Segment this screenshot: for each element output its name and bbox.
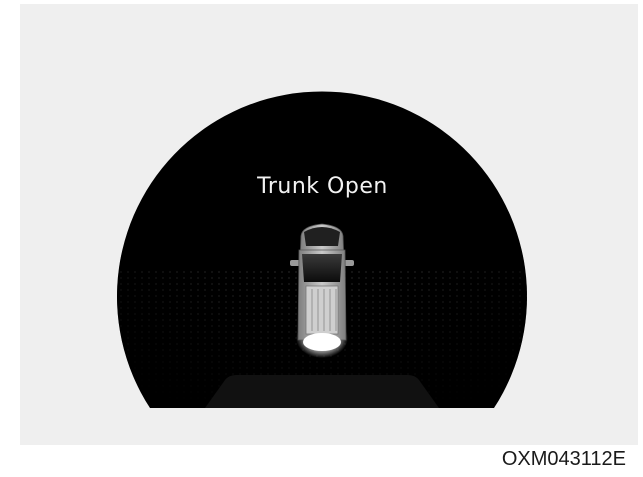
figure-code-label: OXM043112E: [501, 448, 626, 470]
instrument-cluster-display: [117, 91, 528, 408]
trunk-open-message: Trunk Open: [257, 174, 388, 199]
